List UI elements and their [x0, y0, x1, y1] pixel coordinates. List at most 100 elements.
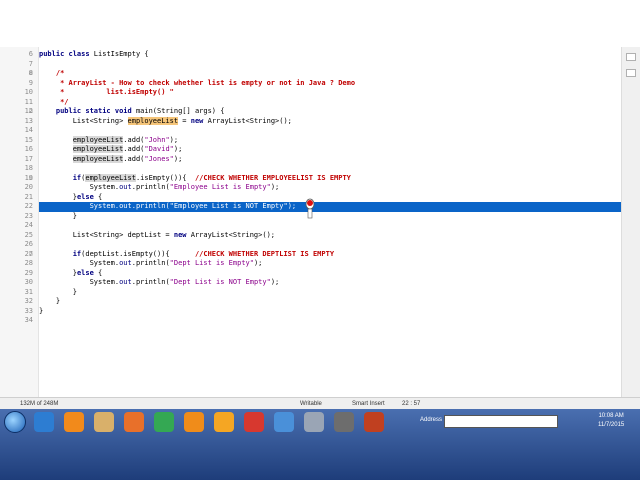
- code-line[interactable]: [39, 126, 622, 136]
- clock[interactable]: 10:08 AM 11/7/2015: [598, 412, 624, 430]
- code-token: new: [190, 116, 208, 125]
- taskbar-app-icon[interactable]: [154, 412, 174, 432]
- code-token: public class: [39, 50, 94, 58]
- code-token: employeeList: [72, 135, 124, 144]
- code-editor[interactable]: 6 7 8 ⊟ 9 10 11 12 ⊟ 13 14 15 16 17 18 19 ⊟ 20 21 22 23 24 25 2…: [0, 47, 622, 397]
- code-token: =: [178, 116, 191, 125]
- code-line[interactable]: if(employeeList.isEmpty()){ //CHECK WHET…: [39, 173, 622, 184]
- code-line[interactable]: public class ListIsEmpty {: [39, 50, 622, 60]
- code-token: out: [119, 202, 132, 210]
- code-token: * list.isEmpty() ": [39, 88, 174, 96]
- line-number: 21: [24, 192, 33, 201]
- code-token: }: [39, 306, 44, 315]
- code-token: "John": [144, 135, 170, 144]
- code-token: );: [253, 259, 263, 267]
- address-input[interactable]: [444, 415, 558, 428]
- taskbar-app-icon[interactable]: [94, 412, 114, 432]
- code-token: }: [39, 192, 77, 201]
- code-token: ListIsEmpty {: [93, 50, 149, 58]
- annotation-marker[interactable]: [626, 53, 636, 61]
- fold-toggle-icon[interactable]: ⊟: [29, 250, 35, 260]
- code-line[interactable]: List<String> employeeList = new ArrayLis…: [39, 116, 622, 127]
- code-line[interactable]: /*: [39, 69, 622, 79]
- code-line[interactable]: employeeList.add("David");: [39, 145, 622, 155]
- address-label: Address: [420, 417, 443, 423]
- code-line[interactable]: [39, 164, 622, 174]
- code-line[interactable]: if(deptList.isEmpty()){ //CHECK WHETHER …: [39, 250, 622, 260]
- code-token: }: [39, 297, 61, 305]
- code-line[interactable]: }else {: [39, 269, 622, 279]
- code-line[interactable]: System.out.println("Employee List is Emp…: [39, 183, 622, 193]
- taskbar-app-icon[interactable]: [274, 412, 294, 432]
- fold-toggle-icon[interactable]: ⊟: [29, 107, 35, 117]
- taskbar-app-icon[interactable]: [214, 412, 234, 432]
- line-number: 26: [24, 240, 33, 248]
- code-token: //CHECK WHETHER EMPLOYEELIST IS EMPTY: [194, 173, 351, 182]
- code-line[interactable]: employeeList.add("Jones");: [39, 154, 622, 165]
- code-token: (deptList.isEmpty()){: [81, 249, 195, 258]
- code-token: }: [39, 268, 77, 277]
- code-line[interactable]: }: [39, 307, 622, 317]
- code-token: );: [173, 154, 183, 163]
- overview-ruler[interactable]: [621, 47, 640, 397]
- code-token: ArrayList<String>();: [190, 230, 276, 239]
- code-line-selected[interactable]: System.out.println("Employee List is NOT…: [39, 202, 622, 212]
- code-line[interactable]: System.out.println("Dept List is Empty")…: [39, 259, 622, 269]
- memory-indicator[interactable]: 132M of 248M: [20, 401, 58, 407]
- code-line[interactable]: List<String> deptList = new ArrayList<St…: [39, 231, 622, 241]
- taskbar-app-icon[interactable]: [304, 412, 324, 432]
- code-token: .add(: [123, 145, 145, 153]
- code-token: );: [173, 145, 183, 153]
- line-number: 6: [28, 50, 33, 58]
- taskbar-app-icon[interactable]: [184, 412, 204, 432]
- code-line[interactable]: [39, 60, 622, 70]
- taskbar-app-icon[interactable]: [64, 412, 84, 432]
- code-line[interactable]: * list.isEmpty() ": [39, 88, 622, 98]
- code-line[interactable]: public static void main(String[] args) {: [39, 107, 622, 117]
- code-line[interactable]: [39, 316, 622, 326]
- line-number: 30: [24, 278, 33, 286]
- code-token: );: [287, 202, 297, 210]
- taskbar-app-icon[interactable]: [334, 412, 354, 432]
- code-line[interactable]: }: [39, 288, 622, 298]
- taskbar-app-icon[interactable]: [124, 412, 144, 432]
- clock-date: 11/7/2015: [598, 422, 625, 428]
- clock-time: 10:08 AM: [598, 413, 624, 419]
- code-token: );: [169, 135, 179, 144]
- code-token: .println(: [131, 183, 170, 191]
- line-number: 10: [24, 88, 33, 96]
- start-button[interactable]: [4, 411, 26, 433]
- code-token: "David": [144, 145, 174, 153]
- code-line[interactable]: }: [39, 212, 622, 222]
- code-token: out: [119, 278, 132, 286]
- code-line[interactable]: }else {: [39, 193, 622, 203]
- code-token: );: [270, 278, 280, 286]
- line-number: 7: [28, 59, 33, 68]
- fold-toggle-icon[interactable]: ⊟: [29, 174, 35, 184]
- annotation-marker[interactable]: [626, 69, 636, 77]
- code-token: new: [173, 230, 191, 239]
- code-line[interactable]: }: [39, 297, 622, 307]
- write-mode: Writable: [300, 401, 322, 407]
- code-line[interactable]: * ArrayList - How to check whether list …: [39, 79, 622, 89]
- taskbar-app-icon[interactable]: [34, 412, 54, 432]
- code-token: {: [98, 268, 103, 277]
- taskbar-app-icon[interactable]: [364, 412, 384, 432]
- code-line[interactable]: employeeList.add("John");: [39, 135, 622, 146]
- code-token: main(String[] args) {: [135, 107, 225, 115]
- code-token: out: [119, 259, 132, 267]
- code-token: .println(: [131, 202, 170, 210]
- fold-toggle-icon[interactable]: ⊟: [29, 69, 35, 79]
- line-number: 22: [24, 202, 33, 210]
- line-number: 25: [24, 230, 33, 239]
- code-token: out: [119, 183, 132, 191]
- code-line[interactable]: */: [39, 98, 622, 108]
- code-token: .println(: [131, 259, 170, 267]
- taskbar-app-icon[interactable]: [244, 412, 264, 432]
- code-line[interactable]: System.out.println("Dept List is NOT Emp…: [39, 278, 622, 288]
- line-number: 16: [24, 145, 33, 153]
- code-token: else: [76, 268, 99, 277]
- code-line[interactable]: [39, 240, 622, 250]
- code-line[interactable]: [39, 221, 622, 231]
